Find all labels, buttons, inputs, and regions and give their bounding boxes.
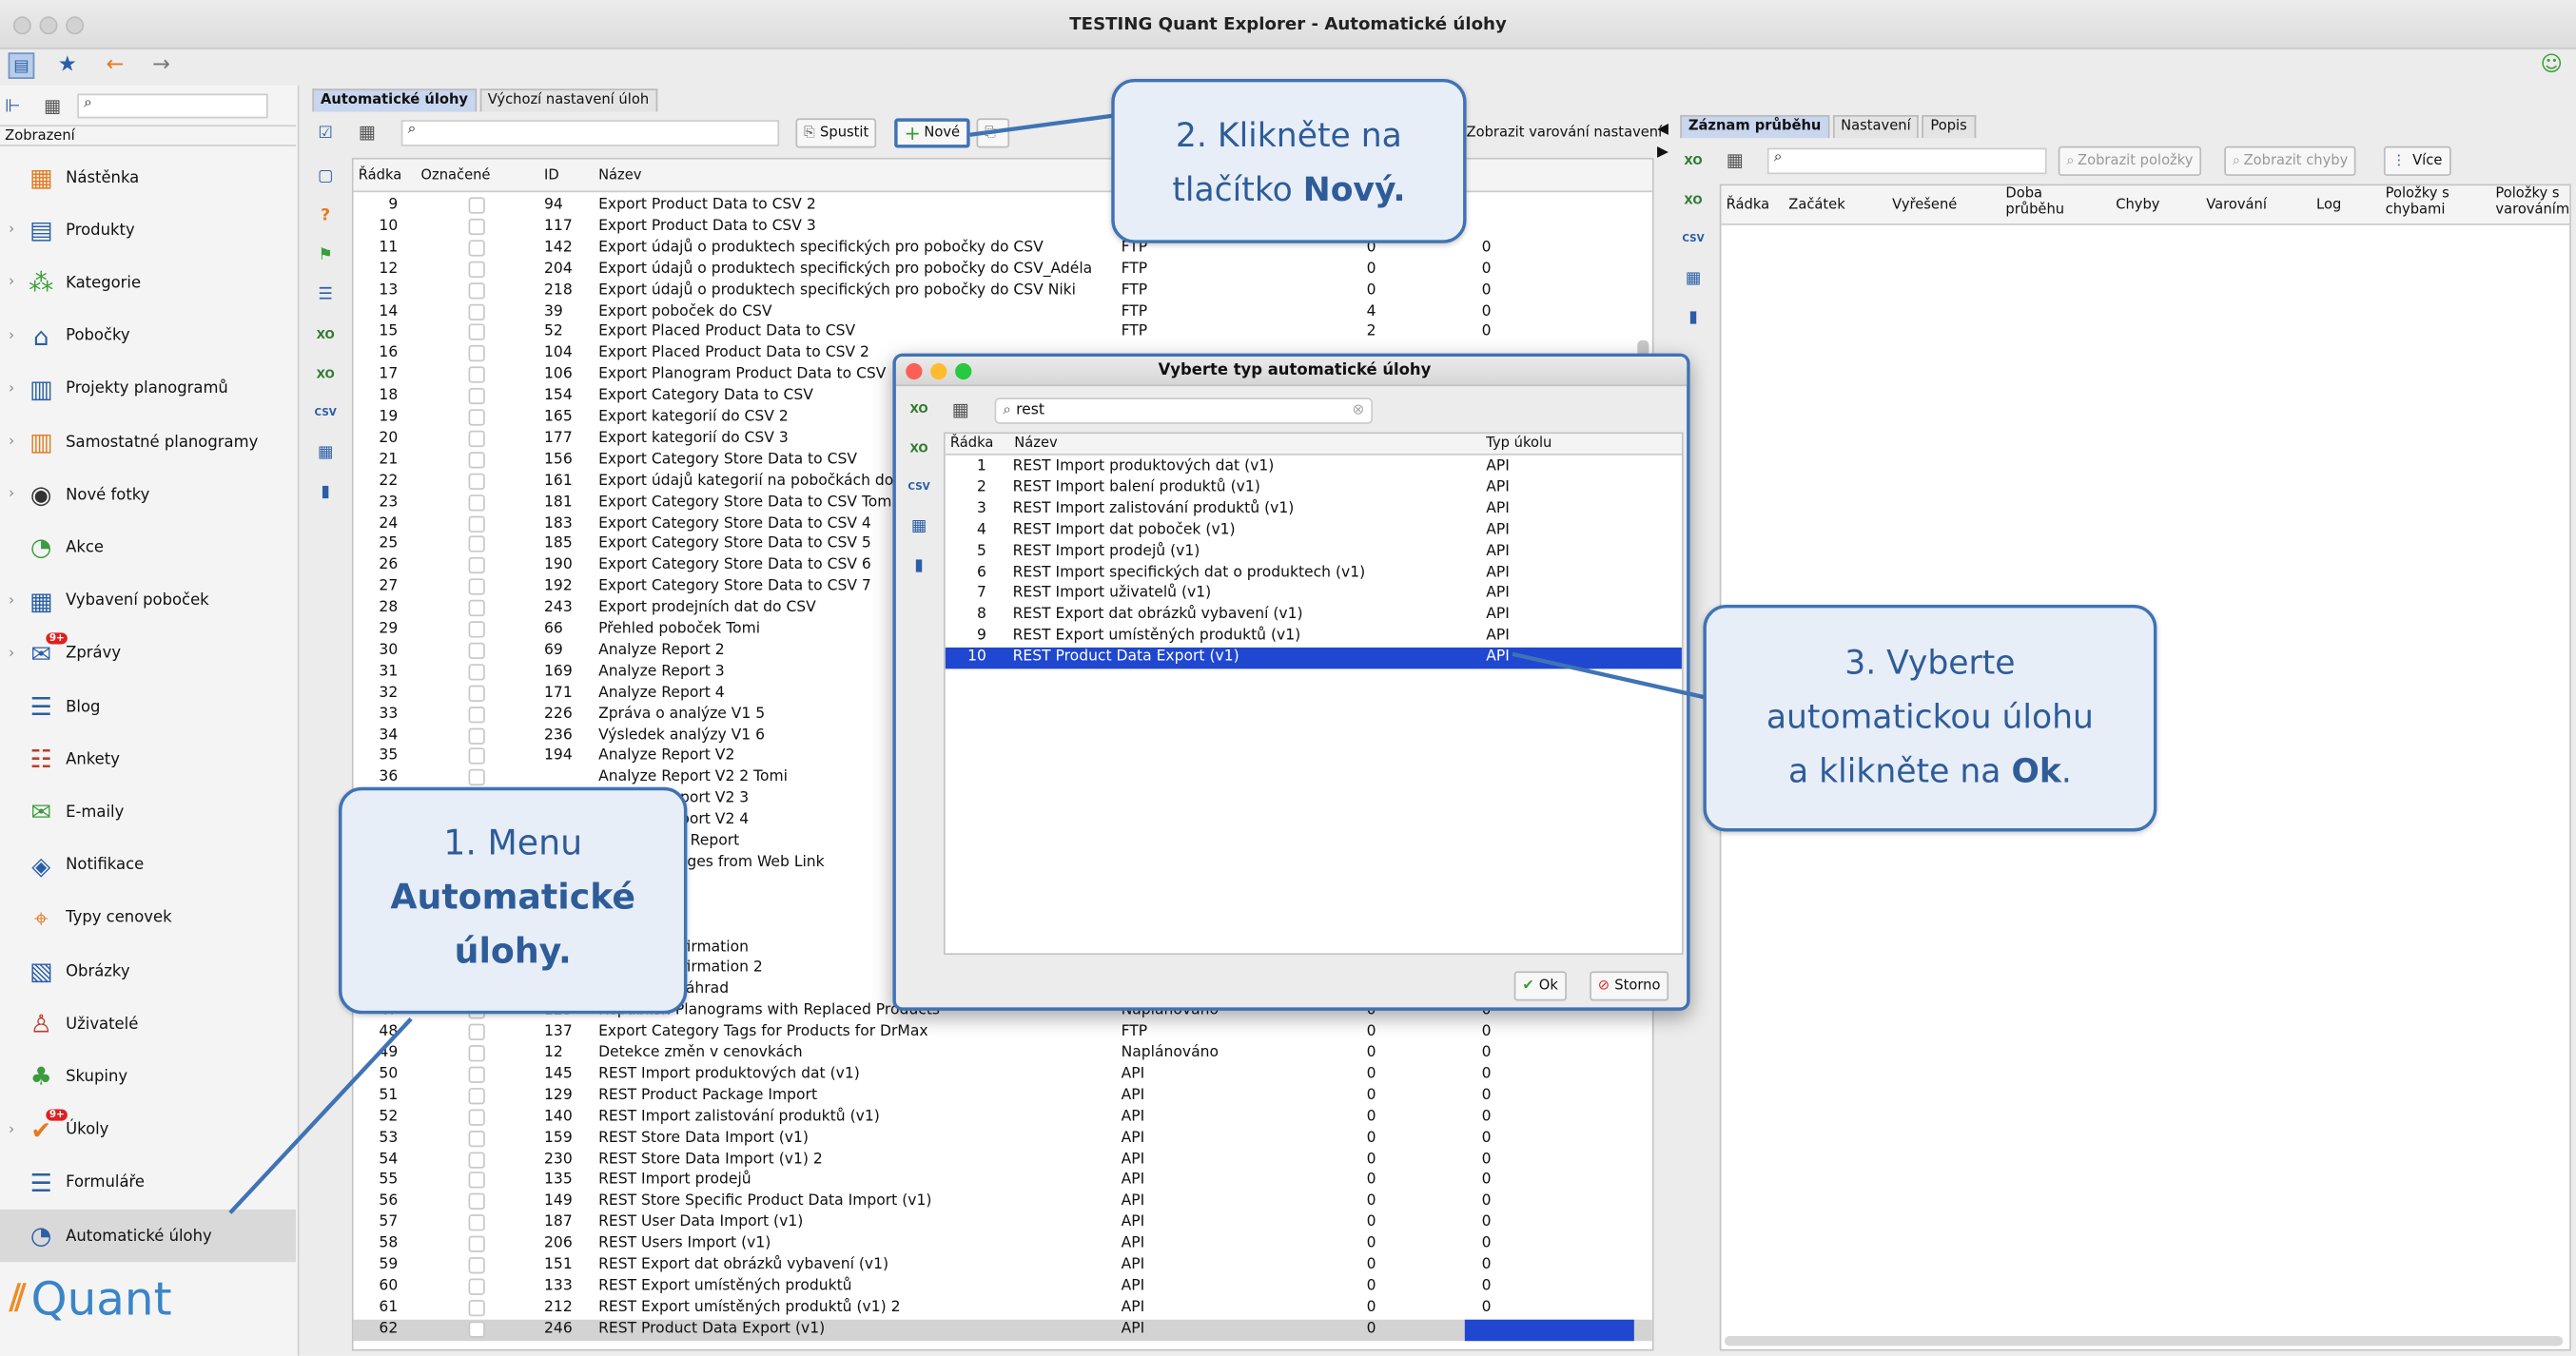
callout-3-line-2: automatickou úlohu (1766, 696, 2094, 737)
callout-3-line-3: a klikněte na Ok. (1787, 750, 2072, 791)
callout-1-pointer (228, 1017, 413, 1214)
callout-3-line-1: 3. Vyberte (1844, 642, 2016, 683)
callout-1-line-2: Automatické (390, 877, 636, 918)
callout-step-2: 2. Klikněte na tlačítko Nový. (1111, 78, 1467, 243)
callout-1-line-3: úlohy. (454, 931, 572, 972)
callout-step-1: 1. Menu Automatické úlohy. (339, 786, 688, 1015)
callout-1-line-1: 1. Menu (443, 823, 583, 863)
callout-step-3: 3. Vyberte automatickou úlohu a klikněte… (1703, 604, 2157, 832)
callout-2-line-2: tlačítko Nový. (1172, 169, 1406, 209)
callout-2-line-1: 2. Klikněte na (1175, 114, 1402, 155)
callout-2-pointer (969, 112, 1119, 137)
callout-3-pointer (1512, 651, 1710, 701)
